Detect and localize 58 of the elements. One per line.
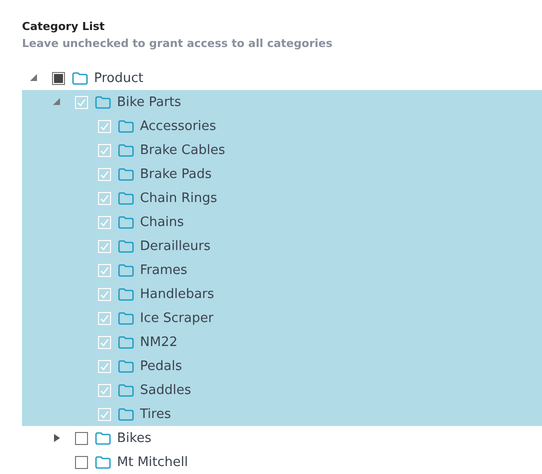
tree-item[interactable]: Bikes — [22, 426, 542, 450]
folder-icon — [72, 72, 88, 84]
tree-item-label: Ice Scraper — [140, 310, 214, 326]
tree-item-label: Accessories — [140, 118, 216, 134]
folder-icon — [118, 408, 134, 420]
tree-item[interactable]: Bike Parts — [22, 90, 542, 114]
tree-item-label: Mt Mitchell — [117, 454, 188, 470]
collapse-icon[interactable] — [53, 97, 61, 107]
tree-item-label: Chain Rings — [140, 190, 218, 206]
folder-icon — [118, 216, 134, 228]
tree-item[interactable]: Tires — [22, 402, 542, 426]
folder-icon — [118, 264, 134, 276]
folder-icon — [118, 192, 134, 204]
folder-icon — [118, 336, 134, 348]
folder-icon — [118, 384, 134, 396]
tree-item[interactable]: Frames — [22, 258, 542, 282]
section-subtitle: Leave unchecked to grant access to all categories — [22, 37, 334, 50]
folder-icon — [118, 240, 134, 252]
tree-item-label: Frames — [140, 262, 188, 278]
tree-item-label: NM22 — [140, 334, 178, 350]
tree-item[interactable]: Brake Pads — [22, 162, 542, 186]
tree-item-label: Bike Parts — [117, 94, 182, 110]
folder-icon — [118, 144, 134, 156]
tree-item[interactable]: Handlebars — [22, 282, 542, 306]
tree-item-label: Pedals — [140, 358, 182, 374]
tree-item-label: Handlebars — [140, 286, 214, 302]
folder-icon — [95, 456, 111, 468]
tree-item-label: Derailleurs — [140, 238, 211, 254]
tree-item-label: Saddles — [140, 382, 192, 398]
folder-icon — [118, 288, 134, 300]
expand-icon[interactable] — [53, 433, 61, 443]
tree-item-label: Bikes — [117, 430, 152, 446]
folder-icon — [118, 168, 134, 180]
section-title: Category List — [22, 20, 106, 33]
folder-icon — [118, 120, 134, 132]
tree-item[interactable]: Saddles — [22, 378, 542, 402]
tree-item-label: Brake Cables — [140, 142, 226, 158]
folder-icon — [118, 312, 134, 324]
tree-item[interactable]: Chain Rings — [22, 186, 542, 210]
tree-item-label: Brake Pads — [140, 166, 212, 182]
tree-item[interactable]: Brake Cables — [22, 138, 542, 162]
tree-item-label: Product — [94, 70, 144, 86]
tree-item[interactable]: Product — [22, 66, 542, 90]
collapse-icon[interactable] — [30, 73, 38, 83]
tree-item[interactable]: Chains — [22, 210, 542, 234]
tree-item-label: Chains — [140, 214, 184, 230]
tree-item[interactable]: NM22 — [22, 330, 542, 354]
tree-item[interactable]: Mt Mitchell — [22, 450, 542, 474]
tree-item-label: Tires — [140, 406, 171, 422]
tree-item[interactable]: Ice Scraper — [22, 306, 542, 330]
checkbox[interactable] — [75, 432, 88, 444]
tree-item[interactable]: Accessories — [22, 114, 542, 138]
folder-icon — [95, 96, 111, 108]
tree-item[interactable]: Derailleurs — [22, 234, 542, 258]
folder-icon — [95, 432, 111, 444]
checkbox[interactable] — [75, 456, 88, 468]
folder-icon — [118, 360, 134, 372]
tree-item[interactable]: Pedals — [22, 354, 542, 378]
